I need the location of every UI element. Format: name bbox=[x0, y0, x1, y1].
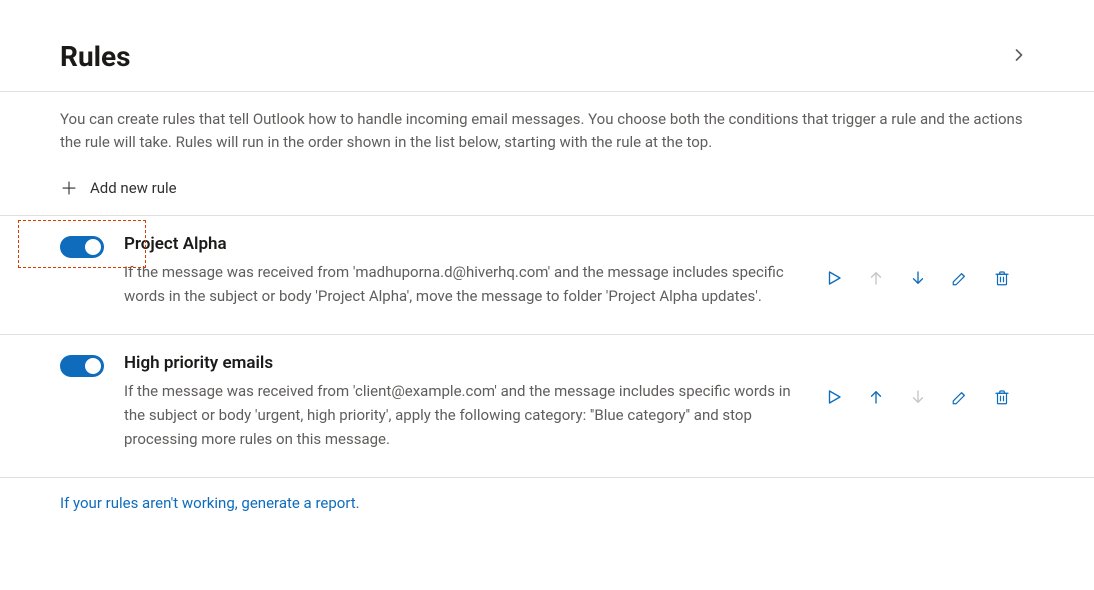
rule-actions bbox=[824, 353, 1012, 451]
delete-rule-button[interactable] bbox=[992, 387, 1012, 407]
play-icon bbox=[825, 388, 843, 406]
expand-panel-button[interactable] bbox=[1004, 42, 1034, 72]
move-up-button bbox=[866, 268, 886, 288]
generate-report-link[interactable]: If your rules aren't working, generate a… bbox=[0, 478, 1094, 512]
run-rule-button[interactable] bbox=[824, 268, 844, 288]
rule-description: If the message was received from 'madhup… bbox=[124, 260, 800, 308]
arrow-up-icon bbox=[867, 269, 885, 287]
rule-name: High priority emails bbox=[124, 353, 800, 373]
trash-icon bbox=[993, 388, 1011, 406]
rule-toggle-column bbox=[60, 353, 124, 451]
header-row: Rules bbox=[0, 0, 1094, 91]
plus-icon bbox=[60, 179, 78, 197]
move-down-button[interactable] bbox=[908, 268, 928, 288]
pencil-icon bbox=[951, 269, 969, 287]
page-title: Rules bbox=[60, 40, 131, 73]
rule-body: Project Alpha If the message was received… bbox=[124, 234, 824, 308]
trash-icon bbox=[993, 269, 1011, 287]
rule-toggle-column bbox=[60, 234, 124, 308]
rules-settings-page: Rules You can create rules that tell Out… bbox=[0, 0, 1094, 552]
rule-enabled-toggle[interactable] bbox=[60, 355, 104, 377]
rule-actions bbox=[824, 234, 1012, 308]
rule-body: High priority emails If the message was r… bbox=[124, 353, 824, 451]
rule-item: Project Alpha If the message was received… bbox=[0, 215, 1094, 334]
delete-rule-button[interactable] bbox=[992, 268, 1012, 288]
rule-name: Project Alpha bbox=[124, 234, 800, 254]
rule-enabled-toggle[interactable] bbox=[60, 236, 104, 258]
rule-description: If the message was received from 'client… bbox=[124, 379, 800, 451]
edit-rule-button[interactable] bbox=[950, 387, 970, 407]
add-new-rule-label: Add new rule bbox=[90, 179, 177, 197]
arrow-down-icon bbox=[909, 388, 927, 406]
move-up-button[interactable] bbox=[866, 387, 886, 407]
toggle-knob bbox=[85, 239, 101, 255]
move-down-button bbox=[908, 387, 928, 407]
arrow-down-icon bbox=[909, 269, 927, 287]
toggle-knob bbox=[85, 358, 101, 374]
rules-list: Project Alpha If the message was received… bbox=[0, 215, 1094, 478]
edit-rule-button[interactable] bbox=[950, 268, 970, 288]
play-icon bbox=[825, 269, 843, 287]
pencil-icon bbox=[951, 388, 969, 406]
add-new-rule-button[interactable]: Add new rule bbox=[0, 155, 1094, 215]
chevron-right-icon bbox=[1009, 45, 1029, 69]
rule-item: High priority emails If the message was r… bbox=[0, 334, 1094, 478]
arrow-up-icon bbox=[867, 388, 885, 406]
intro-text: You can create rules that tell Outlook h… bbox=[0, 92, 1094, 155]
run-rule-button[interactable] bbox=[824, 387, 844, 407]
